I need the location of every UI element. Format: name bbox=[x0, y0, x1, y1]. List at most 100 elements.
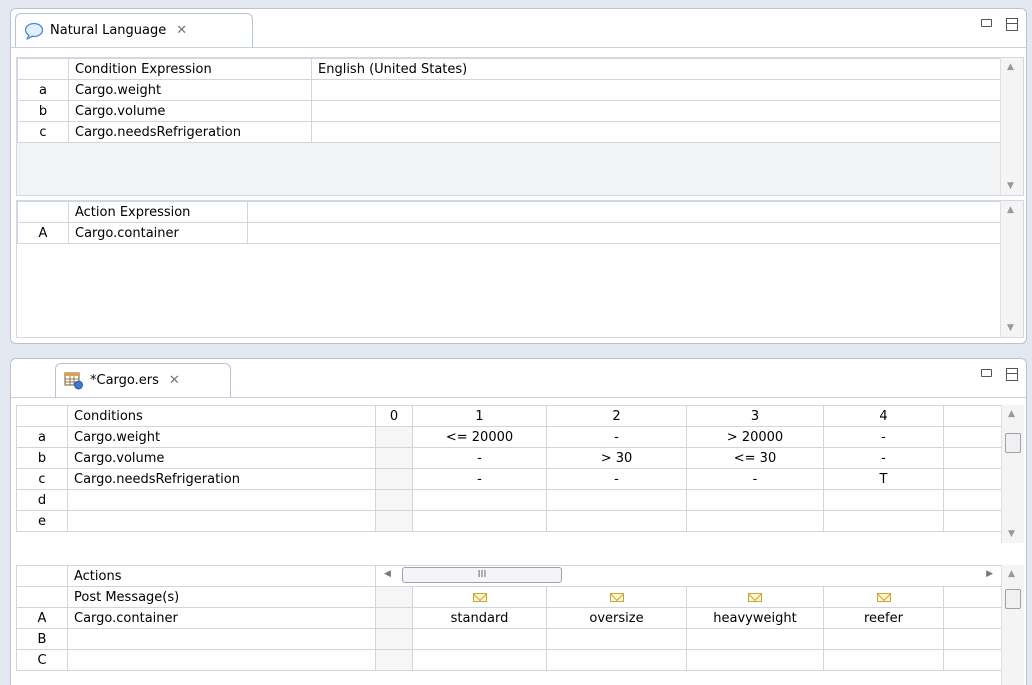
rule-cell[interactable] bbox=[412, 628, 547, 650]
vertical-scrollbar[interactable]: ▲ ▼ bbox=[1001, 405, 1024, 543]
rule-cell[interactable] bbox=[823, 489, 944, 511]
scroll-down-icon[interactable]: ▼ bbox=[1007, 181, 1014, 191]
table-row[interactable]: a Cargo.weight <= 20000 - > 20000 - bbox=[16, 426, 1002, 448]
rule-cell[interactable] bbox=[375, 628, 413, 650]
table-row[interactable]: B bbox=[16, 628, 1003, 650]
envelope-icon[interactable] bbox=[876, 592, 891, 602]
rule-cell[interactable] bbox=[375, 510, 413, 532]
rule-cell[interactable]: - bbox=[686, 468, 824, 490]
rule-cell[interactable]: oversize bbox=[546, 607, 687, 629]
condition-expression-cell[interactable]: Cargo.weight bbox=[67, 426, 376, 448]
rule-cell[interactable] bbox=[686, 586, 824, 608]
rule-cell[interactable] bbox=[823, 510, 944, 532]
rule-cell[interactable] bbox=[375, 489, 413, 511]
translation-cell[interactable] bbox=[311, 121, 1003, 143]
rule-cell[interactable]: - bbox=[412, 447, 547, 469]
scroll-up-icon[interactable]: ▲ bbox=[1007, 62, 1014, 72]
rule-cell[interactable] bbox=[546, 628, 687, 650]
rule-cell[interactable] bbox=[686, 649, 824, 671]
table-row[interactable]: b Cargo.volume bbox=[17, 100, 1003, 122]
table-row[interactable]: A Cargo.container bbox=[17, 222, 1003, 244]
scroll-thumb[interactable] bbox=[1005, 433, 1021, 453]
rule-cell[interactable] bbox=[375, 586, 413, 608]
rule-cell[interactable] bbox=[546, 489, 687, 511]
vertical-scrollbar[interactable]: ▲ ▼ bbox=[1000, 201, 1023, 337]
rule-cell[interactable] bbox=[546, 649, 687, 671]
rule-cell[interactable] bbox=[943, 468, 1002, 490]
rule-cell[interactable] bbox=[686, 489, 824, 511]
rule-cell[interactable] bbox=[375, 468, 413, 490]
rule-cell[interactable] bbox=[375, 426, 413, 448]
rule-cell[interactable] bbox=[823, 628, 944, 650]
rule-cell[interactable] bbox=[412, 510, 547, 532]
rule-cell[interactable]: T bbox=[823, 468, 944, 490]
translation-cell[interactable] bbox=[311, 100, 1003, 122]
table-row[interactable]: a Cargo.weight bbox=[17, 79, 1003, 101]
translation-cell[interactable] bbox=[247, 222, 1003, 244]
rule-cell[interactable]: standard bbox=[412, 607, 547, 629]
rule-cell[interactable]: > 30 bbox=[546, 447, 687, 469]
maximize-icon[interactable] bbox=[1006, 18, 1018, 31]
table-row[interactable]: C bbox=[16, 649, 1003, 671]
condition-expression-cell[interactable] bbox=[67, 489, 376, 511]
rule-cell[interactable] bbox=[943, 510, 1002, 532]
close-icon[interactable]: ✕ bbox=[169, 373, 180, 388]
table-row[interactable]: e bbox=[16, 510, 1002, 532]
condition-expression-cell[interactable]: Cargo.volume bbox=[67, 447, 376, 469]
close-icon[interactable]: ✕ bbox=[176, 23, 187, 38]
table-row[interactable]: A Cargo.container standard oversize heav… bbox=[16, 607, 1003, 629]
rule-cell[interactable]: - bbox=[412, 468, 547, 490]
column-header-rule-3[interactable]: 3 bbox=[686, 405, 824, 427]
rule-cell[interactable]: - bbox=[823, 426, 944, 448]
column-header-rule-4[interactable]: 4 bbox=[823, 405, 944, 427]
tab-natural-language[interactable]: Natural Language ✕ bbox=[15, 13, 253, 47]
column-header-rule-0[interactable]: 0 bbox=[375, 405, 413, 427]
rule-cell[interactable] bbox=[943, 489, 1002, 511]
table-row[interactable]: c Cargo.needsRefrigeration bbox=[17, 121, 1003, 143]
rule-cell[interactable] bbox=[546, 510, 687, 532]
table-row[interactable]: b Cargo.volume - > 30 <= 30 - bbox=[16, 447, 1002, 469]
scroll-up-icon[interactable]: ▲ bbox=[1008, 569, 1015, 579]
rule-cell[interactable]: - bbox=[546, 426, 687, 448]
vertical-scrollbar[interactable]: ▲ bbox=[1001, 565, 1024, 685]
rule-cell[interactable] bbox=[375, 447, 413, 469]
rule-cell[interactable] bbox=[942, 628, 1003, 650]
column-header-rule-2[interactable]: 2 bbox=[546, 405, 687, 427]
condition-expression-cell[interactable] bbox=[67, 510, 376, 532]
expression-cell[interactable]: Cargo.needsRefrigeration bbox=[68, 121, 312, 143]
scroll-up-icon[interactable]: ▲ bbox=[1007, 205, 1014, 215]
scroll-left-icon[interactable]: ◀ bbox=[384, 569, 391, 579]
rule-cell[interactable] bbox=[942, 607, 1003, 629]
action-expression-cell[interactable]: Cargo.container bbox=[67, 607, 376, 629]
tab-cargo-ers[interactable]: *Cargo.ers ✕ bbox=[55, 363, 231, 397]
maximize-icon[interactable] bbox=[1006, 368, 1018, 381]
minimize-icon[interactable] bbox=[981, 19, 992, 27]
scroll-down-icon[interactable]: ▼ bbox=[1008, 529, 1015, 539]
column-header-rule-1[interactable]: 1 bbox=[412, 405, 547, 427]
translation-cell[interactable] bbox=[311, 79, 1003, 101]
rule-cell[interactable] bbox=[375, 649, 413, 671]
rule-cell[interactable]: heavyweight bbox=[686, 607, 824, 629]
rule-cell[interactable]: <= 20000 bbox=[412, 426, 547, 448]
table-row[interactable]: c Cargo.needsRefrigeration - - - T bbox=[16, 468, 1002, 490]
vertical-scrollbar[interactable]: ▲ ▼ bbox=[1000, 58, 1023, 195]
expression-cell[interactable]: Cargo.weight bbox=[68, 79, 312, 101]
scroll-down-icon[interactable]: ▼ bbox=[1007, 323, 1014, 333]
rule-cell[interactable]: - bbox=[546, 468, 687, 490]
envelope-icon[interactable] bbox=[472, 592, 487, 602]
expression-cell[interactable]: Cargo.container bbox=[68, 222, 248, 244]
expression-cell[interactable]: Cargo.volume bbox=[68, 100, 312, 122]
rule-cell[interactable] bbox=[686, 628, 824, 650]
action-expression-cell[interactable] bbox=[67, 649, 376, 671]
rule-cell[interactable]: - bbox=[823, 447, 944, 469]
envelope-icon[interactable] bbox=[609, 592, 624, 602]
rule-cell[interactable]: > 20000 bbox=[686, 426, 824, 448]
scroll-up-icon[interactable]: ▲ bbox=[1008, 409, 1015, 419]
rule-cell[interactable] bbox=[546, 586, 687, 608]
rule-cell[interactable] bbox=[942, 586, 1003, 608]
rule-cell[interactable] bbox=[375, 607, 413, 629]
scroll-thumb[interactable] bbox=[1005, 589, 1021, 609]
horizontal-scroll-thumb[interactable]: III bbox=[402, 567, 562, 583]
action-expression-cell[interactable] bbox=[67, 628, 376, 650]
rule-cell[interactable]: <= 30 bbox=[686, 447, 824, 469]
